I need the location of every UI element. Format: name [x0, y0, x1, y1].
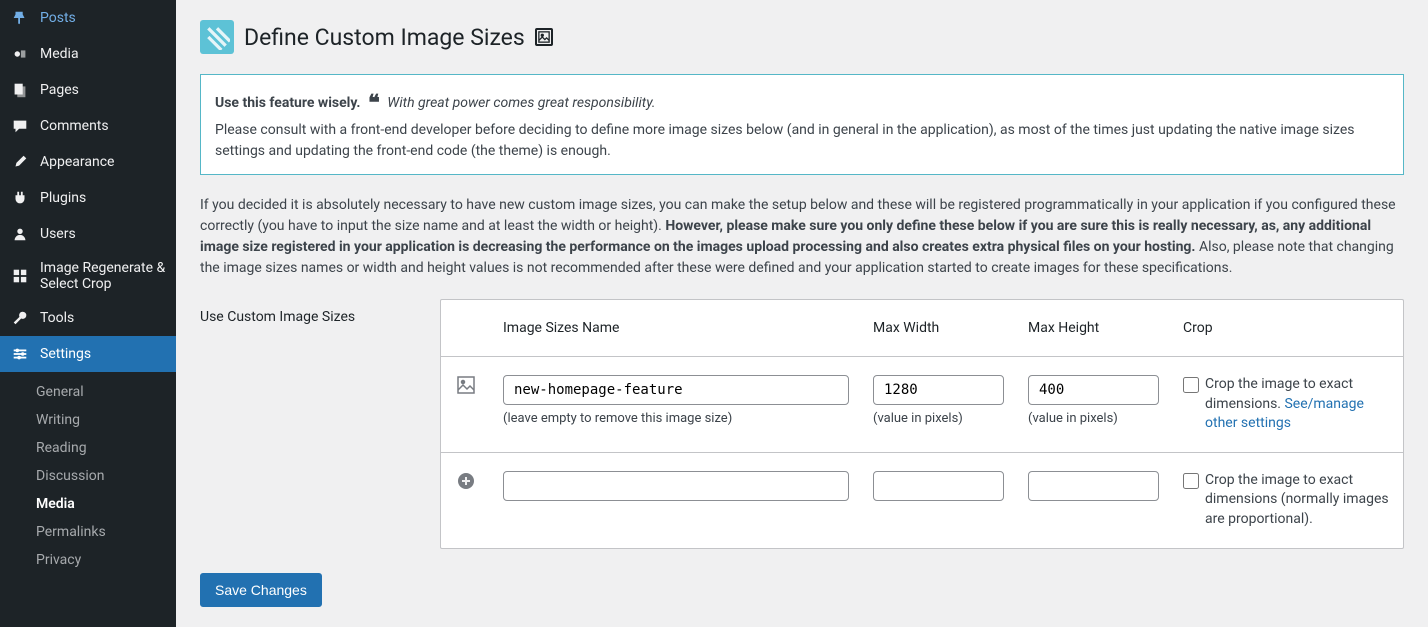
info-bold: Use this feature wisely.	[215, 95, 360, 111]
sidebar-item-tools[interactable]: Tools	[0, 300, 176, 336]
crop-text: Crop the image to exact dimensions. See/…	[1205, 375, 1391, 434]
th-crop: Crop	[1171, 300, 1403, 357]
size-width-input[interactable]	[873, 471, 1004, 501]
form-section: Use Custom Image Sizes Image Sizes Name …	[200, 299, 1404, 549]
crop-text: Crop the image to exact dimensions (norm…	[1205, 471, 1391, 530]
sizes-table: Image Sizes Name Max Width Max Height Cr…	[440, 299, 1404, 549]
sidebar-item-label: Comments	[40, 118, 109, 134]
form-label: Use Custom Image Sizes	[200, 299, 400, 325]
wrench-icon	[10, 308, 30, 328]
th-height: Max Height	[1016, 300, 1171, 357]
submenu-item-discussion[interactable]: Discussion	[0, 462, 176, 490]
plugin-logo-icon	[200, 20, 234, 54]
submenu-item-writing[interactable]: Writing	[0, 406, 176, 434]
sidebar-item-label: Settings	[40, 346, 91, 362]
page-title-row: Define Custom Image Sizes	[200, 20, 1404, 54]
sidebar-item-label: Tools	[40, 310, 74, 326]
crop-checkbox[interactable]	[1183, 473, 1199, 489]
info-quote: With great power comes great responsibil…	[387, 95, 655, 111]
name-hint: (leave empty to remove this image size)	[503, 411, 849, 426]
sidebar-item-label: Plugins	[40, 190, 86, 206]
submenu-item-general[interactable]: General	[0, 378, 176, 406]
submenu-item-media[interactable]: Media	[0, 490, 176, 518]
th-width: Max Width	[861, 300, 1016, 357]
th-name: Image Sizes Name	[491, 300, 861, 357]
submenu-item-privacy[interactable]: Privacy	[0, 546, 176, 574]
size-name-input[interactable]	[503, 375, 849, 405]
comments-icon	[10, 116, 30, 136]
pages-icon	[10, 80, 30, 100]
sidebar-item-label: Pages	[40, 82, 79, 98]
description-text: If you decided it is absolutely necessar…	[200, 195, 1404, 279]
plus-circle-icon[interactable]	[456, 471, 476, 491]
size-width-input[interactable]	[873, 375, 1004, 405]
size-name-input[interactable]	[503, 471, 849, 501]
settings-submenu: General Writing Reading Discussion Media…	[0, 372, 176, 580]
sliders-icon	[10, 344, 30, 364]
table-row: (leave empty to remove this image size) …	[441, 357, 1403, 453]
save-button[interactable]: Save Changes	[200, 573, 322, 607]
sidebar-item-users[interactable]: Users	[0, 216, 176, 252]
size-height-input[interactable]	[1028, 471, 1159, 501]
sidebar-item-label: Posts	[40, 10, 76, 26]
size-height-input[interactable]	[1028, 375, 1159, 405]
sidebar-item-appearance[interactable]: Appearance	[0, 144, 176, 180]
brush-icon	[10, 152, 30, 172]
sidebar-item-label: Users	[40, 226, 76, 242]
sidebar-item-plugins[interactable]: Plugins	[0, 180, 176, 216]
sidebar-item-media[interactable]: Media	[0, 36, 176, 72]
info-body: Please consult with a front-end develope…	[215, 122, 1355, 159]
info-box: Use this feature wisely. ❝ With great po…	[200, 74, 1404, 175]
sidebar-item-image-regen[interactable]: Image Regenerate & Select Crop	[0, 252, 176, 300]
px-hint: (value in pixels)	[873, 411, 1004, 426]
media-icon	[10, 44, 30, 64]
image-icon	[456, 375, 476, 395]
sidebar-item-pages[interactable]: Pages	[0, 72, 176, 108]
grid-icon	[10, 266, 30, 286]
sidebar-item-label: Media	[40, 46, 79, 62]
image-icon	[535, 28, 553, 46]
crop-label: Crop the image to exact dimensions (norm…	[1183, 471, 1391, 530]
crop-checkbox[interactable]	[1183, 377, 1199, 393]
sidebar-item-posts[interactable]: Posts	[0, 0, 176, 36]
px-hint: (value in pixels)	[1028, 411, 1159, 426]
user-icon	[10, 224, 30, 244]
pin-icon	[10, 8, 30, 28]
sidebar-item-comments[interactable]: Comments	[0, 108, 176, 144]
admin-sidebar: Posts Media Pages Comments Appearance Pl…	[0, 0, 176, 627]
sidebar-item-settings[interactable]: Settings	[0, 336, 176, 372]
submenu-item-reading[interactable]: Reading	[0, 434, 176, 462]
sidebar-item-label: Image Regenerate & Select Crop	[40, 260, 166, 292]
page-title: Define Custom Image Sizes	[244, 24, 525, 51]
submenu-item-permalinks[interactable]: Permalinks	[0, 518, 176, 546]
crop-label: Crop the image to exact dimensions. See/…	[1183, 375, 1391, 434]
quote-icon: ❝	[368, 91, 380, 116]
table-row: Crop the image to exact dimensions (norm…	[441, 452, 1403, 547]
main-content: Define Custom Image Sizes Use this featu…	[176, 0, 1428, 627]
sidebar-item-label: Appearance	[40, 154, 114, 170]
plug-icon	[10, 188, 30, 208]
